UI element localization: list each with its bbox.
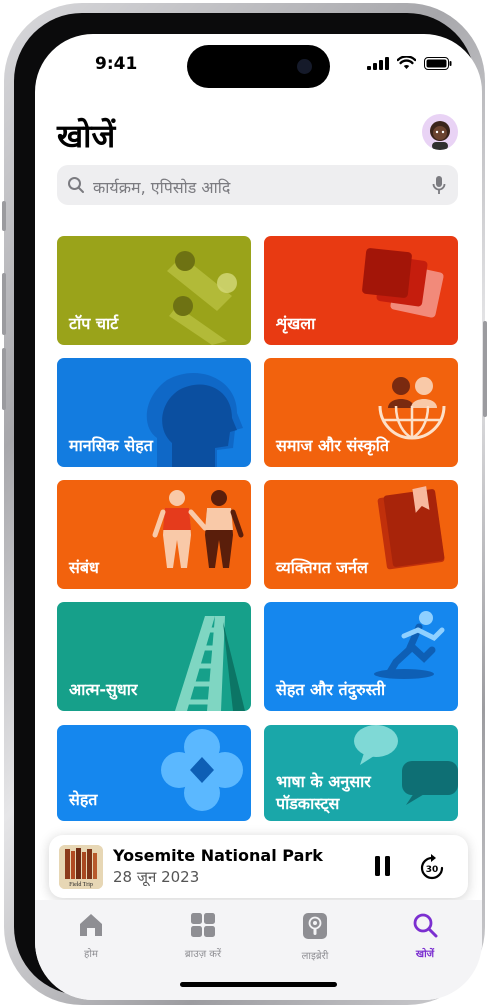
- category-top-charts[interactable]: टॉप चार्ट: [57, 236, 251, 345]
- tab-browse[interactable]: ब्राउज़ करें: [163, 912, 243, 960]
- device-frame: 9:41 खोजें कार्यक्रम, एपिसोड आदि टॉप चार…: [2, 3, 487, 1005]
- signal-icon: [367, 56, 389, 70]
- category-health[interactable]: सेहत: [57, 725, 251, 821]
- skip-forward-30-icon[interactable]: 30: [419, 852, 445, 880]
- category-label: सेहत: [69, 790, 98, 809]
- category-personal-journals[interactable]: व्यक्तिगत जर्नल: [264, 480, 458, 589]
- category-label: मानसिक सेहत: [69, 436, 153, 455]
- category-label-line1: भाषा के अनुसार: [276, 772, 371, 791]
- camera-icon: [297, 59, 312, 74]
- category-relationships[interactable]: संबंध: [57, 480, 251, 589]
- tab-home[interactable]: होम: [51, 912, 131, 960]
- house-icon: [80, 914, 102, 936]
- search-icon: [68, 177, 84, 193]
- tab-label: खोजें: [415, 949, 435, 960]
- category-label: संबंध: [69, 558, 99, 577]
- status-icons: [367, 56, 452, 70]
- now-playing-date: 28 जून 2023: [113, 868, 200, 886]
- microphone-icon[interactable]: [432, 175, 446, 196]
- podcast-artwork: Field Trip: [59, 845, 103, 889]
- tab-label: लाइब्रेरी: [301, 951, 329, 962]
- category-podcasts-by-language[interactable]: भाषा के अनुसार पॉडकास्ट्स: [264, 725, 458, 821]
- tab-library[interactable]: लाइब्रेरी: [275, 912, 355, 962]
- category-health-fitness[interactable]: सेहत और तंदुरुस्ती: [264, 602, 458, 711]
- bezel: 9:41 खोजें कार्यक्रम, एपिसोड आदि टॉप चार…: [14, 13, 482, 1000]
- wifi-icon: [397, 56, 416, 69]
- page-title: खोजें: [57, 117, 116, 155]
- artwork-text: Field Trip: [69, 882, 93, 888]
- screen: 9:41 खोजें कार्यक्रम, एपिसोड आदि टॉप चार…: [35, 34, 482, 1000]
- podcast-icon: [303, 913, 327, 939]
- category-society-culture[interactable]: समाज और संस्कृति: [264, 358, 458, 467]
- category-label-line2: पॉडकास्ट्स: [276, 794, 340, 813]
- search-icon: [413, 913, 438, 938]
- tab-search[interactable]: खोजें: [385, 912, 465, 960]
- home-indicator[interactable]: [180, 982, 337, 987]
- category-label: समाज और संस्कृति: [276, 436, 390, 455]
- skip-seconds: 30: [426, 865, 439, 875]
- category-label: व्यक्तिगत जर्नल: [276, 558, 368, 577]
- category-series[interactable]: शृंखला: [264, 236, 458, 345]
- search-placeholder: कार्यक्रम, एपिसोड आदि: [93, 178, 231, 197]
- volume-down-button: [2, 348, 6, 410]
- category-label: सेहत और तंदुरुस्ती: [276, 680, 386, 699]
- category-label: टॉप चार्ट: [69, 314, 119, 333]
- power-button: [483, 321, 487, 417]
- category-label: आत्म-सुधार: [69, 680, 138, 699]
- avatar[interactable]: [422, 114, 458, 150]
- now-playing-title: Yosemite National Park: [113, 846, 323, 865]
- volume-up-button: [2, 273, 6, 335]
- category-label: शृंखला: [276, 314, 316, 333]
- action-button: [2, 201, 6, 231]
- dynamic-island: [187, 45, 330, 88]
- status-time: 9:41: [95, 54, 138, 74]
- tab-label: होम: [84, 949, 98, 960]
- grid-icon: [191, 913, 215, 937]
- category-mental-health[interactable]: मानसिक सेहत: [57, 358, 251, 467]
- search-field[interactable]: कार्यक्रम, एपिसोड आदि: [57, 165, 458, 205]
- pause-icon[interactable]: [374, 855, 392, 877]
- category-self-improvement[interactable]: आत्म-सुधार: [57, 602, 251, 711]
- mini-player[interactable]: Field Trip Yosemite National Park 28 जून…: [49, 835, 468, 898]
- tab-label: ब्राउज़ करें: [184, 949, 222, 960]
- battery-icon: [424, 56, 452, 70]
- category-label: भाषा के अनुसार पॉडकास्ट्स: [276, 771, 371, 815]
